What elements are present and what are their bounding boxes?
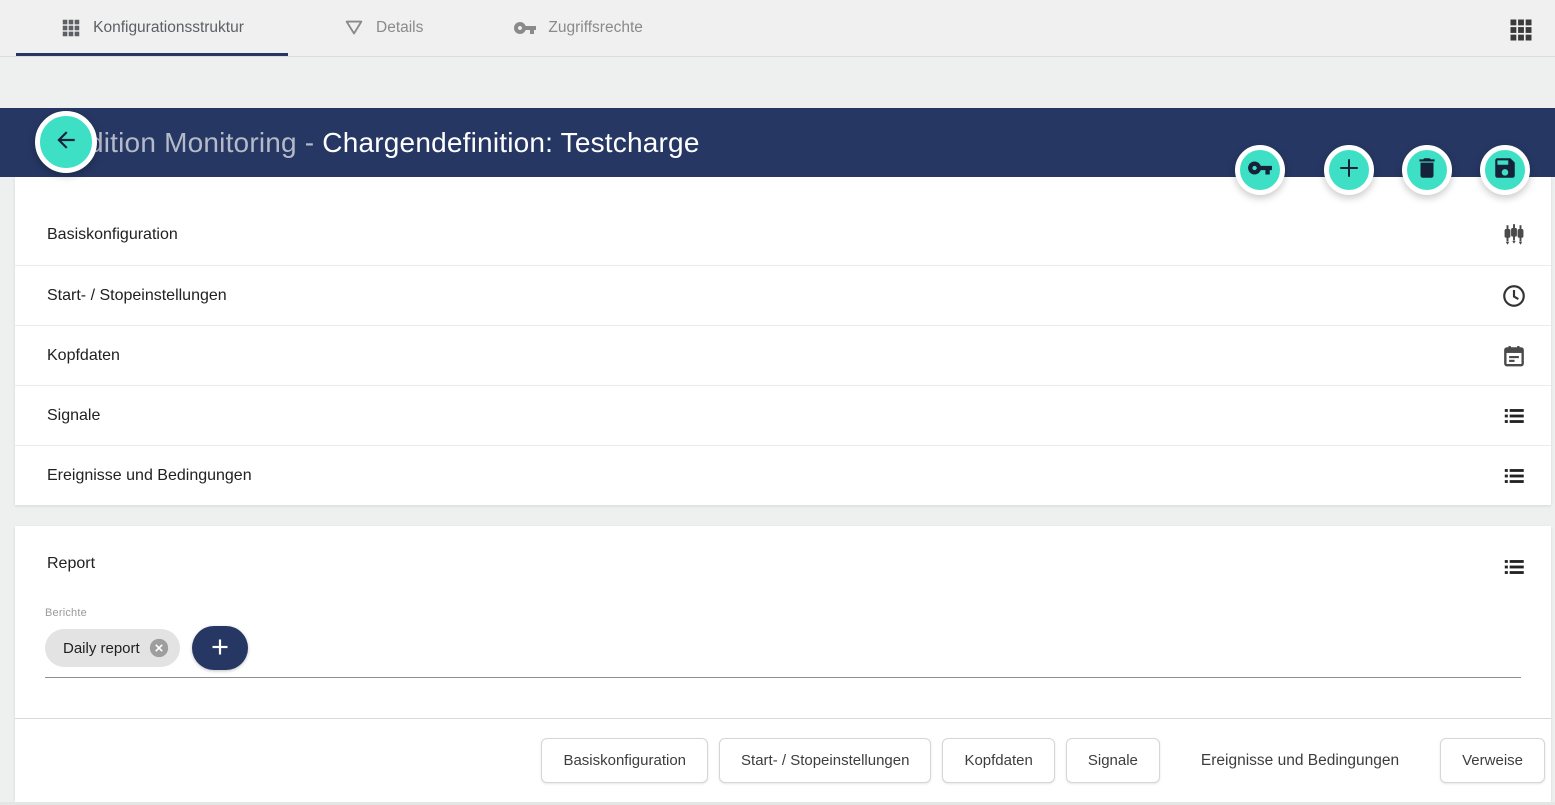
footer-button-basiskonfiguration[interactable]: Basiskonfiguration (541, 738, 708, 783)
filter-icon (343, 17, 365, 39)
section-label: Ereignisse und Bedingungen (47, 467, 252, 485)
section-label: Basiskonfiguration (47, 226, 178, 244)
berichte-field: Berichte Daily report (45, 607, 1521, 678)
tab-zugriffsrechte[interactable]: Zugriffsrechte (513, 0, 642, 56)
arrow-left-icon (53, 127, 79, 158)
report-title: Report (47, 554, 95, 574)
plus-icon (1335, 154, 1363, 187)
section-label: Signale (47, 407, 100, 425)
tab-details[interactable]: Details (343, 0, 423, 56)
calendar-icon (1501, 343, 1527, 369)
report-spacer (15, 678, 1551, 718)
section-row-basiskonfiguration[interactable]: Basiskonfiguration (15, 205, 1551, 265)
section-gap (0, 505, 1555, 526)
report-header-row[interactable]: Report (15, 526, 1551, 585)
sliders-icon (1501, 222, 1527, 248)
footer-button-signale[interactable]: Signale (1066, 738, 1160, 783)
tab-label: Konfigurationsstruktur (93, 19, 244, 37)
add-report-button[interactable] (192, 626, 248, 670)
save-button[interactable] (1480, 145, 1530, 195)
report-card: Report Berichte Daily report (15, 526, 1551, 802)
footer-button-start-stop[interactable]: Start- / Stopeinstellungen (719, 738, 931, 783)
footer-nav: Basiskonfiguration Start- / Stopeinstell… (15, 719, 1551, 802)
trash-icon (1414, 155, 1440, 186)
footer-button-kopfdaten[interactable]: Kopfdaten (942, 738, 1054, 783)
report-chip: Daily report (45, 629, 180, 667)
tab-konfigurationsstruktur[interactable]: Konfigurationsstruktur (16, 0, 288, 56)
section-label: Kopfdaten (47, 347, 120, 365)
list-icon (1501, 403, 1527, 429)
grid-icon (60, 17, 82, 39)
action-buttons (1235, 145, 1530, 195)
add-button[interactable] (1324, 145, 1374, 195)
cancel-icon[interactable] (148, 637, 170, 659)
list-icon (1501, 554, 1527, 585)
section-row-start-stop[interactable]: Start- / Stopeinstellungen (15, 265, 1551, 325)
berichte-field-label: Berichte (45, 607, 1521, 619)
section-row-ereignisse[interactable]: Ereignisse und Bedingungen (15, 445, 1551, 505)
tab-bar: Konfigurationsstruktur Details Zugriffsr… (0, 0, 1555, 57)
tab-label: Details (376, 19, 423, 37)
section-row-signale[interactable]: Signale (15, 385, 1551, 445)
apps-grid-icon[interactable] (1507, 16, 1535, 44)
tab-label: Zugriffsrechte (548, 19, 642, 37)
berichte-chip-row: Daily report (45, 626, 1521, 678)
section-row-kopfdaten[interactable]: Kopfdaten (15, 325, 1551, 385)
section-label: Start- / Stopeinstellungen (47, 287, 227, 305)
page-title: Condition Monitoring - Chargendefinition… (36, 127, 700, 159)
key-icon (1247, 155, 1273, 186)
page-content: Condition Monitoring - Chargendefinition… (0, 108, 1555, 805)
back-button[interactable] (35, 111, 97, 173)
footer-button-ereignisse[interactable]: Ereignisse und Bedingungen (1171, 738, 1429, 783)
title-main: Chargendefinition: Testcharge (322, 127, 699, 158)
chip-label: Daily report (63, 640, 140, 657)
key-icon (513, 16, 537, 40)
active-tab-underline (16, 53, 288, 56)
clock-icon (1501, 283, 1527, 309)
section-list: Basiskonfiguration Start- / Stopeinstell… (15, 177, 1551, 505)
footer-button-verweise[interactable]: Verweise (1440, 738, 1545, 783)
list-icon (1501, 463, 1527, 489)
delete-button[interactable] (1402, 145, 1452, 195)
permissions-button[interactable] (1235, 145, 1285, 195)
plus-icon (208, 635, 232, 662)
save-icon (1492, 155, 1518, 186)
